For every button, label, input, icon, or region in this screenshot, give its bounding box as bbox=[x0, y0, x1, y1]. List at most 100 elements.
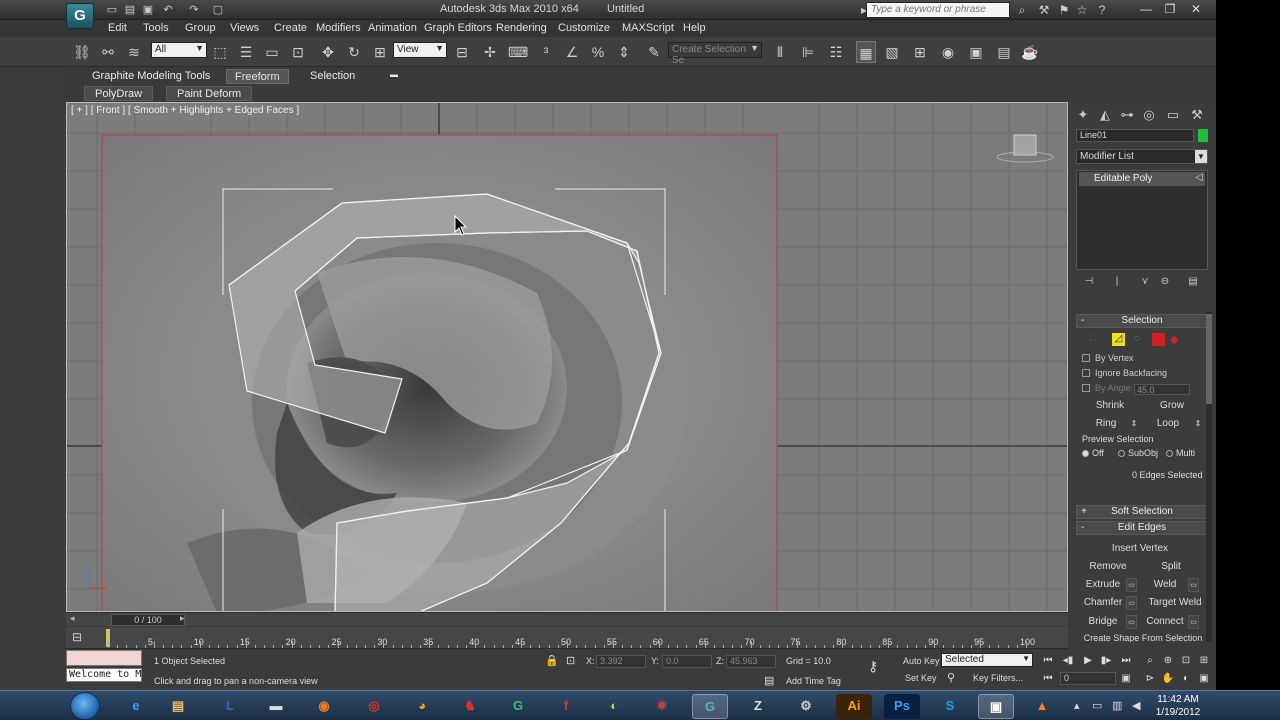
viewcube[interactable] bbox=[996, 133, 1067, 176]
target-weld-button[interactable]: Target Weld bbox=[1142, 596, 1208, 610]
rectangular-selection-icon[interactable]: ▭ bbox=[262, 41, 282, 63]
mini-curve-editor-icon[interactable]: ⊟ bbox=[72, 630, 82, 644]
motion-tab-icon[interactable]: ◎ bbox=[1140, 106, 1158, 124]
volume-icon[interactable]: ◀ bbox=[1132, 699, 1140, 712]
select-and-link-icon[interactable]: ⛓ bbox=[72, 41, 92, 63]
next-frame-icon[interactable]: ▮▸ bbox=[1098, 654, 1114, 668]
modifier-list-dropdown[interactable]: Modifier List ▼ bbox=[1076, 149, 1208, 164]
play-icon[interactable]: ▶ bbox=[1080, 654, 1096, 668]
scrollbar-thumb[interactable] bbox=[1206, 314, 1212, 404]
ignore-backfacing-checkbox[interactable]: Ignore Backfacing bbox=[1082, 368, 1167, 378]
keyboard-shortcut-override-icon[interactable]: ⌨ bbox=[508, 41, 528, 63]
reference-coordinate-dropdown[interactable]: View ▼ bbox=[393, 42, 447, 58]
redo-icon[interactable]: ↷ bbox=[186, 3, 202, 17]
previous-frame-icon[interactable]: ◂▮ bbox=[1060, 654, 1076, 668]
current-frame-field[interactable]: 0 bbox=[1060, 672, 1116, 685]
prev-frame-arrow-icon[interactable]: ◂ bbox=[70, 613, 75, 624]
weld-settings-icon[interactable]: ▭ bbox=[1188, 578, 1199, 592]
align-icon[interactable]: ⊫ bbox=[798, 41, 818, 63]
select-and-scale-icon[interactable]: ⊞ bbox=[370, 41, 390, 63]
loop-spinner-icon[interactable]: ⇕ bbox=[1194, 417, 1202, 431]
menu-graph-editors[interactable]: Graph Editors bbox=[424, 22, 492, 34]
restore-button[interactable]: ❐ bbox=[1158, 0, 1182, 18]
menu-tools[interactable]: Tools bbox=[143, 22, 169, 34]
connect-button[interactable]: Connect bbox=[1144, 615, 1186, 629]
element-mode-icon[interactable]: ◆ bbox=[1170, 333, 1183, 346]
tab-graphite-modeling-tools[interactable]: Graphite Modeling Tools bbox=[84, 69, 218, 84]
internet-explorer-icon[interactable]: e bbox=[118, 694, 154, 719]
command-panel-scrollbar[interactable] bbox=[1206, 312, 1212, 642]
3ds-max-taskbar-icon[interactable]: G bbox=[692, 694, 728, 719]
green-g-app-icon[interactable]: G bbox=[500, 694, 536, 719]
menu-maxscript[interactable]: MAXScript bbox=[622, 22, 674, 34]
front-viewport[interactable]: [ + ] [ Front ] [ Smooth + Highlights + … bbox=[66, 102, 1068, 612]
set-key-mode-icon[interactable]: ⚷ bbox=[868, 658, 878, 675]
camtasia-icon[interactable]: ▣ bbox=[978, 694, 1014, 719]
help-search-input[interactable]: Type a keyword or phrase bbox=[866, 2, 1010, 18]
by-angle-checkbox[interactable]: By Angle: bbox=[1082, 383, 1133, 393]
absolute-mode-icon[interactable]: ⊡ bbox=[566, 654, 575, 667]
by-angle-spinner[interactable]: 45.0 bbox=[1134, 384, 1190, 395]
snaps-toggle-icon[interactable]: ³ bbox=[536, 41, 556, 63]
selection-rollout-header[interactable]: - Selection bbox=[1076, 314, 1208, 328]
communication-center-icon[interactable]: ⚑ bbox=[1056, 2, 1072, 18]
tray-expand-icon[interactable]: ▴ bbox=[1074, 699, 1080, 712]
preview-off-radio[interactable]: Off bbox=[1082, 448, 1104, 458]
border-mode-icon[interactable]: ◌ bbox=[1134, 333, 1147, 346]
new-file-icon[interactable]: ▭ bbox=[104, 3, 120, 17]
undo-icon[interactable]: ↶ bbox=[160, 3, 176, 17]
tab-selection[interactable]: Selection bbox=[302, 69, 363, 84]
project-folder-icon[interactable]: ▢ bbox=[210, 3, 226, 17]
bridge-button[interactable]: Bridge bbox=[1082, 615, 1124, 629]
extrude-settings-icon[interactable]: ▭ bbox=[1126, 578, 1137, 592]
soft-selection-rollout-header[interactable]: + Soft Selection bbox=[1076, 505, 1208, 519]
firefox-icon[interactable]: ◕ bbox=[404, 694, 440, 719]
make-unique-icon[interactable]: ⋎ bbox=[1138, 276, 1152, 287]
show-end-result-icon[interactable]: | bbox=[1110, 276, 1124, 287]
remove-modifier-icon[interactable]: ⊖ bbox=[1158, 276, 1172, 287]
menu-create[interactable]: Create bbox=[274, 22, 307, 34]
zoom-extents-icon[interactable]: ⊡ bbox=[1178, 654, 1194, 668]
extrude-button[interactable]: Extrude bbox=[1082, 578, 1124, 592]
bind-space-warp-icon[interactable]: ≋ bbox=[124, 41, 144, 63]
menu-views[interactable]: Views bbox=[230, 22, 259, 34]
insert-vertex-button[interactable]: Insert Vertex bbox=[1100, 542, 1180, 556]
edit-edges-rollout-header[interactable]: - Edit Edges bbox=[1076, 521, 1208, 535]
ring-spinner-icon[interactable]: ⇕ bbox=[1130, 417, 1138, 431]
camera-app-icon[interactable]: ▬ bbox=[258, 694, 294, 719]
edge-mode-icon[interactable]: ◿ bbox=[1112, 333, 1125, 346]
menu-customize[interactable]: Customize bbox=[558, 22, 610, 34]
movie-maker-icon[interactable]: L bbox=[212, 694, 248, 719]
menu-group[interactable]: Group bbox=[185, 22, 216, 34]
blender-icon[interactable]: ◉ bbox=[306, 694, 342, 719]
object-name-field[interactable]: Line01 bbox=[1076, 129, 1194, 142]
set-key-button[interactable]: Set Key bbox=[905, 673, 937, 683]
time-configuration-icon[interactable]: ▣ bbox=[1118, 672, 1134, 686]
add-time-tag-button[interactable]: Add Time Tag bbox=[786, 676, 841, 686]
orbit-icon[interactable]: ◐ bbox=[1178, 672, 1194, 686]
y-coordinate-field[interactable]: 0.0 bbox=[662, 655, 712, 668]
app-logo-button[interactable]: G bbox=[66, 3, 94, 29]
go-to-end-icon[interactable]: ⏭ bbox=[1118, 654, 1134, 668]
tray-monitor-icon[interactable]: ▭ bbox=[1092, 699, 1102, 712]
grow-button[interactable]: Grow bbox=[1146, 399, 1198, 413]
open-file-icon[interactable]: ▤ bbox=[122, 3, 138, 17]
curve-editor-icon[interactable]: ▧ bbox=[882, 41, 902, 63]
bridge-settings-icon[interactable]: ▭ bbox=[1126, 615, 1137, 629]
track-bar[interactable]: ⊟ 5 10 15 20 25 30 35 40 45 50 55 60 65 70 75 80 85 90 95 1… bbox=[66, 627, 1068, 649]
mirror-icon[interactable]: ⫴ bbox=[770, 41, 790, 63]
binoculars-icon[interactable]: ⌕ bbox=[1014, 2, 1030, 18]
time-tag-icon[interactable]: ▤ bbox=[764, 674, 774, 687]
render-production-icon[interactable]: ☕ bbox=[1020, 41, 1040, 63]
create-shape-button[interactable]: Create Shape From Selection bbox=[1078, 634, 1208, 642]
pivot-center-icon[interactable]: ⊟ bbox=[452, 41, 472, 63]
select-object-icon[interactable]: ⬚ bbox=[210, 41, 230, 63]
field-of-view-icon[interactable]: ⊳ bbox=[1142, 672, 1158, 686]
ring-button[interactable]: Ring bbox=[1084, 417, 1128, 431]
key-mode-dropdown[interactable]: Selected ▼ bbox=[941, 653, 1033, 667]
unlink-selection-icon[interactable]: ⚯ bbox=[98, 41, 118, 63]
minimize-button[interactable]: — bbox=[1134, 0, 1158, 18]
zoom-all-icon[interactable]: ⊕ bbox=[1160, 654, 1176, 668]
go-to-start-icon[interactable]: ⏮ bbox=[1040, 654, 1056, 668]
maximize-viewport-icon[interactable]: ▣ bbox=[1196, 672, 1212, 686]
